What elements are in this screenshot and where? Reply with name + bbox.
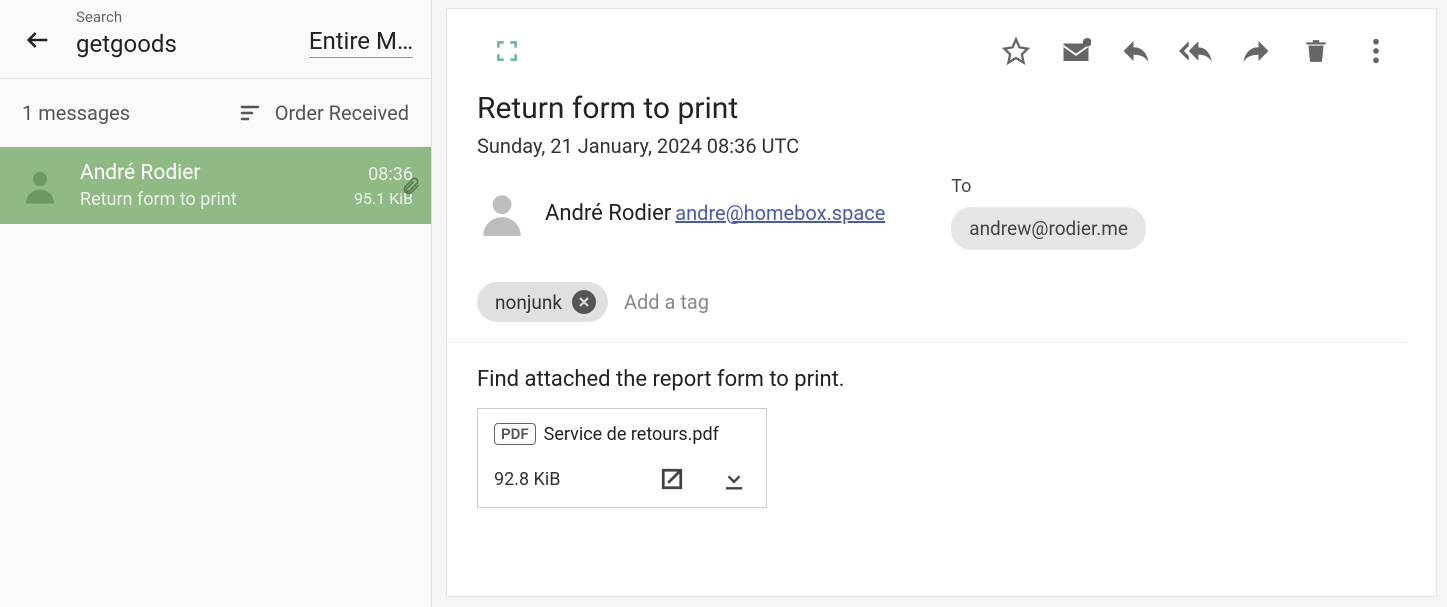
email-toolbar [447, 9, 1436, 81]
attachment-icon [401, 176, 421, 196]
to-label: To [951, 176, 1146, 197]
search-header: Search getgoods Entire M… [0, 0, 431, 79]
envelope-dot-icon [1061, 36, 1091, 66]
tags-row: nonjunk Add a tag [447, 268, 1406, 343]
to-block: To andrew@rodier.me [951, 176, 1406, 250]
search-input[interactable]: getgoods [76, 30, 293, 58]
reply-all-button[interactable] [1166, 31, 1226, 71]
trash-icon [1303, 37, 1329, 65]
search-label: Search [76, 8, 293, 26]
add-tag-input[interactable]: Add a tag [624, 290, 709, 314]
remove-tag-button[interactable] [572, 290, 596, 314]
from-email[interactable]: andre@homebox.space [675, 201, 885, 225]
search-scope-select[interactable]: Entire M… [309, 27, 413, 58]
back-button[interactable] [18, 20, 58, 60]
email-body: Find attached the report form to print. [447, 343, 1436, 408]
delete-button[interactable] [1286, 31, 1346, 71]
tag-name: nonjunk [495, 291, 562, 314]
sort-icon [239, 101, 263, 125]
expand-button[interactable] [477, 31, 537, 71]
forward-icon [1241, 36, 1271, 66]
open-attachment-button[interactable] [656, 463, 688, 495]
email-date: Sunday, 21 January, 2024 08:36 UTC [447, 134, 1436, 176]
attachment-filename: Service de retours.pdf [544, 424, 719, 445]
to-recipient[interactable]: andrew@rodier.me [951, 207, 1146, 250]
email-card: Return form to print Sunday, 21 January,… [446, 8, 1437, 597]
reply-icon [1121, 36, 1151, 66]
reply-button[interactable] [1106, 31, 1166, 71]
arrow-left-icon [24, 26, 52, 54]
forward-button[interactable] [1226, 31, 1286, 71]
message-subject: Return form to print [80, 189, 336, 210]
email-subject: Return form to print [447, 81, 1436, 134]
attachment-type-badge: PDF [494, 423, 536, 445]
sender-avatar [477, 188, 527, 238]
tag-chip[interactable]: nonjunk [477, 282, 608, 322]
attachment-size: 92.8 KiB [494, 469, 560, 490]
sort-label: Order Received [275, 101, 409, 125]
reply-all-icon [1179, 36, 1213, 66]
from-block: André Rodier andre@homebox.space [545, 201, 885, 226]
message-list-pane: Search getgoods Entire M… 1 messages Ord… [0, 0, 432, 607]
list-header: 1 messages Order Received [0, 79, 431, 147]
attachment-card: PDF Service de retours.pdf 92.8 KiB [477, 408, 767, 508]
download-attachment-button[interactable] [718, 463, 750, 495]
open-external-icon [657, 464, 687, 494]
avatar [18, 164, 62, 208]
from-row: André Rodier andre@homebox.space To andr… [447, 176, 1436, 268]
from-name: André Rodier [545, 201, 671, 226]
fullscreen-icon [494, 38, 520, 64]
search-fields: Search getgoods Entire M… [76, 8, 413, 58]
person-icon [19, 165, 61, 207]
message-count: 1 messages [22, 101, 130, 125]
star-icon [1002, 37, 1030, 65]
sort-button[interactable]: Order Received [239, 101, 409, 125]
star-button[interactable] [986, 31, 1046, 71]
message-body: André Rodier Return form to print [80, 161, 336, 210]
person-icon [477, 188, 527, 238]
message-sender: André Rodier [80, 161, 336, 185]
message-item[interactable]: André Rodier Return form to print 08:36 … [0, 147, 431, 224]
close-icon [578, 296, 590, 308]
reading-pane: Return form to print Sunday, 21 January,… [432, 0, 1447, 607]
download-icon [720, 465, 748, 493]
mark-unread-button[interactable] [1046, 31, 1106, 71]
more-vert-icon [1372, 37, 1380, 65]
more-button[interactable] [1346, 31, 1406, 71]
